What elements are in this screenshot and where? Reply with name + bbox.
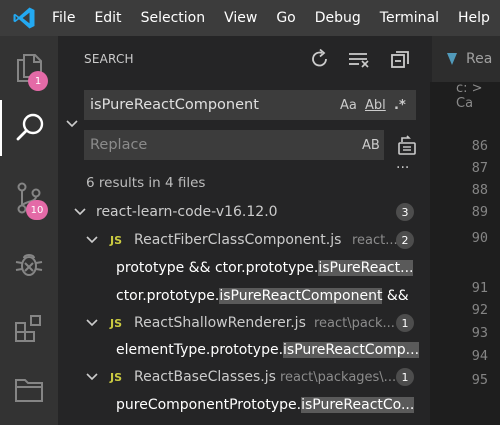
- line-number: 89: [471, 204, 488, 220]
- search-icon: [16, 113, 44, 141]
- remote-explorer-button[interactable]: [0, 362, 58, 418]
- match-highlight: isPureReactComponent: [219, 288, 383, 304]
- chevron-down-icon: [86, 319, 98, 327]
- search-view-button[interactable]: [0, 100, 58, 156]
- file-name: ReactBaseClasses.js: [134, 369, 276, 385]
- folder-name: react-learn-code-v16.12.0: [96, 204, 278, 220]
- menu-debug[interactable]: Debug: [315, 0, 361, 36]
- line-number: 95: [471, 372, 488, 388]
- menu-file[interactable]: File: [52, 0, 75, 36]
- collapse-all-button[interactable]: [389, 48, 411, 70]
- preserve-case-button[interactable]: AB: [362, 130, 380, 160]
- search-input[interactable]: isPureReactComponent Aa Abl .*: [84, 90, 416, 120]
- match-row[interactable]: pureComponentPrototype.isPureReactCo...: [58, 392, 430, 418]
- chevron-down-icon: [86, 373, 98, 381]
- file-path: react\pack...: [314, 315, 395, 331]
- match-highlight: isPureReact...: [318, 260, 414, 276]
- menu-selection[interactable]: Selection: [141, 0, 206, 36]
- chevron-down-icon: [86, 236, 98, 244]
- match-context: prototype && ctor.prototype.isPureReact.…: [116, 260, 414, 276]
- line-number: 91: [471, 280, 488, 296]
- breadcrumb[interactable]: c: > Ca: [430, 81, 500, 111]
- result-file-row[interactable]: JS ReactFiberClassComponent.js react... …: [58, 227, 430, 253]
- file-path: react\packages\...: [280, 369, 397, 385]
- menu-bar: File Edit Selection View Go Debug Termin…: [48, 0, 490, 36]
- explorer-button[interactable]: 1: [0, 40, 58, 96]
- extensions-button[interactable]: [0, 300, 58, 356]
- results-summary: 6 results in 4 files: [86, 175, 206, 191]
- refresh-button[interactable]: [309, 48, 331, 70]
- line-number: 93: [471, 325, 488, 341]
- more-options-button[interactable]: ···: [396, 160, 409, 176]
- replace-all-icon: [398, 135, 416, 155]
- clear-results-button[interactable]: [347, 48, 371, 70]
- line-number: 87: [471, 160, 488, 176]
- editor-area: c: > Ca 86 87 88 89 90 91 92 93 94 95: [430, 81, 500, 425]
- result-file-row[interactable]: JS ReactBaseClasses.js react\packages\..…: [58, 364, 430, 390]
- match-highlight: isPureReactComp...: [283, 342, 420, 358]
- folder-result-count: 3: [396, 203, 414, 221]
- match-context: pureComponentPrototype.isPureReactCo...: [116, 397, 415, 413]
- clear-all-icon: [349, 53, 369, 68]
- match-row[interactable]: prototype && ctor.prototype.isPureReact.…: [58, 255, 434, 281]
- menu-edit[interactable]: Edit: [94, 0, 121, 36]
- match-row[interactable]: ctor.prototype.isPureReactComponent &&: [58, 283, 430, 309]
- replace-placeholder: Replace: [90, 137, 148, 153]
- match-highlight: isPureReactCo...: [301, 397, 415, 413]
- explorer-badge: 1: [28, 71, 48, 91]
- collapse-all-icon: [391, 51, 409, 68]
- activity-bar: 1 10: [0, 36, 58, 425]
- refresh-icon: [312, 48, 327, 67]
- title-bar: File Edit Selection View Go Debug Termin…: [0, 0, 500, 36]
- line-number: 94: [471, 348, 488, 364]
- editor-tab[interactable]: Rea: [432, 36, 500, 82]
- file-result-count: 1: [396, 314, 414, 332]
- menu-go[interactable]: Go: [276, 0, 295, 36]
- file-result-count: 2: [396, 231, 414, 249]
- search-sidebar: SEARCH isPureReactComponent Aa Abl .* Re…: [58, 36, 430, 425]
- replace-input[interactable]: Replace AB: [84, 130, 384, 160]
- file-name: ReactFiberClassComponent.js: [134, 232, 342, 248]
- sidebar-title: SEARCH: [84, 52, 134, 66]
- result-file-row[interactable]: JS ReactShallowRenderer.js react\pack...…: [58, 310, 430, 336]
- file-name: ReactShallowRenderer.js: [134, 315, 306, 331]
- file-type-icon: [447, 53, 457, 65]
- match-context: elementType.prototype.isPureReactComp...: [116, 342, 420, 358]
- line-number: 92: [471, 302, 488, 318]
- toggle-replace-chevron-icon[interactable]: [64, 116, 80, 132]
- javascript-file-icon: JS: [110, 233, 123, 247]
- javascript-file-icon: JS: [110, 316, 123, 330]
- source-control-button[interactable]: 10: [0, 170, 58, 226]
- file-path: react...: [352, 232, 398, 248]
- editor-tab-bar: Rea: [430, 36, 500, 82]
- menu-view[interactable]: View: [224, 0, 257, 36]
- source-control-badge: 10: [26, 200, 48, 220]
- line-number: 88: [471, 182, 488, 198]
- match-context: ctor.prototype.isPureReactComponent &&: [116, 288, 409, 304]
- menu-help[interactable]: Help: [458, 0, 490, 36]
- result-folder-row[interactable]: react-learn-code-v16.12.0 3: [58, 199, 430, 225]
- match-case-button[interactable]: Aa: [340, 90, 357, 120]
- match-whole-word-button[interactable]: Abl: [365, 90, 386, 120]
- file-result-count: 1: [396, 368, 414, 386]
- editor-tab-label: Rea: [466, 51, 493, 67]
- menu-terminal[interactable]: Terminal: [380, 0, 439, 36]
- debug-button[interactable]: [0, 236, 58, 292]
- use-regex-button[interactable]: .*: [394, 90, 406, 120]
- extensions-icon: [15, 315, 41, 342]
- chevron-down-icon: [74, 208, 86, 216]
- debug-bug-icon: [15, 254, 43, 276]
- search-input-value: isPureReactComponent: [90, 97, 259, 113]
- vscode-logo-icon: [0, 0, 48, 36]
- replace-all-button[interactable]: [396, 134, 418, 160]
- javascript-file-icon: JS: [110, 370, 123, 384]
- match-row[interactable]: elementType.prototype.isPureReactComp...: [58, 337, 430, 363]
- folder-icon: [15, 379, 43, 402]
- line-number: 90: [471, 230, 488, 246]
- line-number: 86: [471, 138, 488, 154]
